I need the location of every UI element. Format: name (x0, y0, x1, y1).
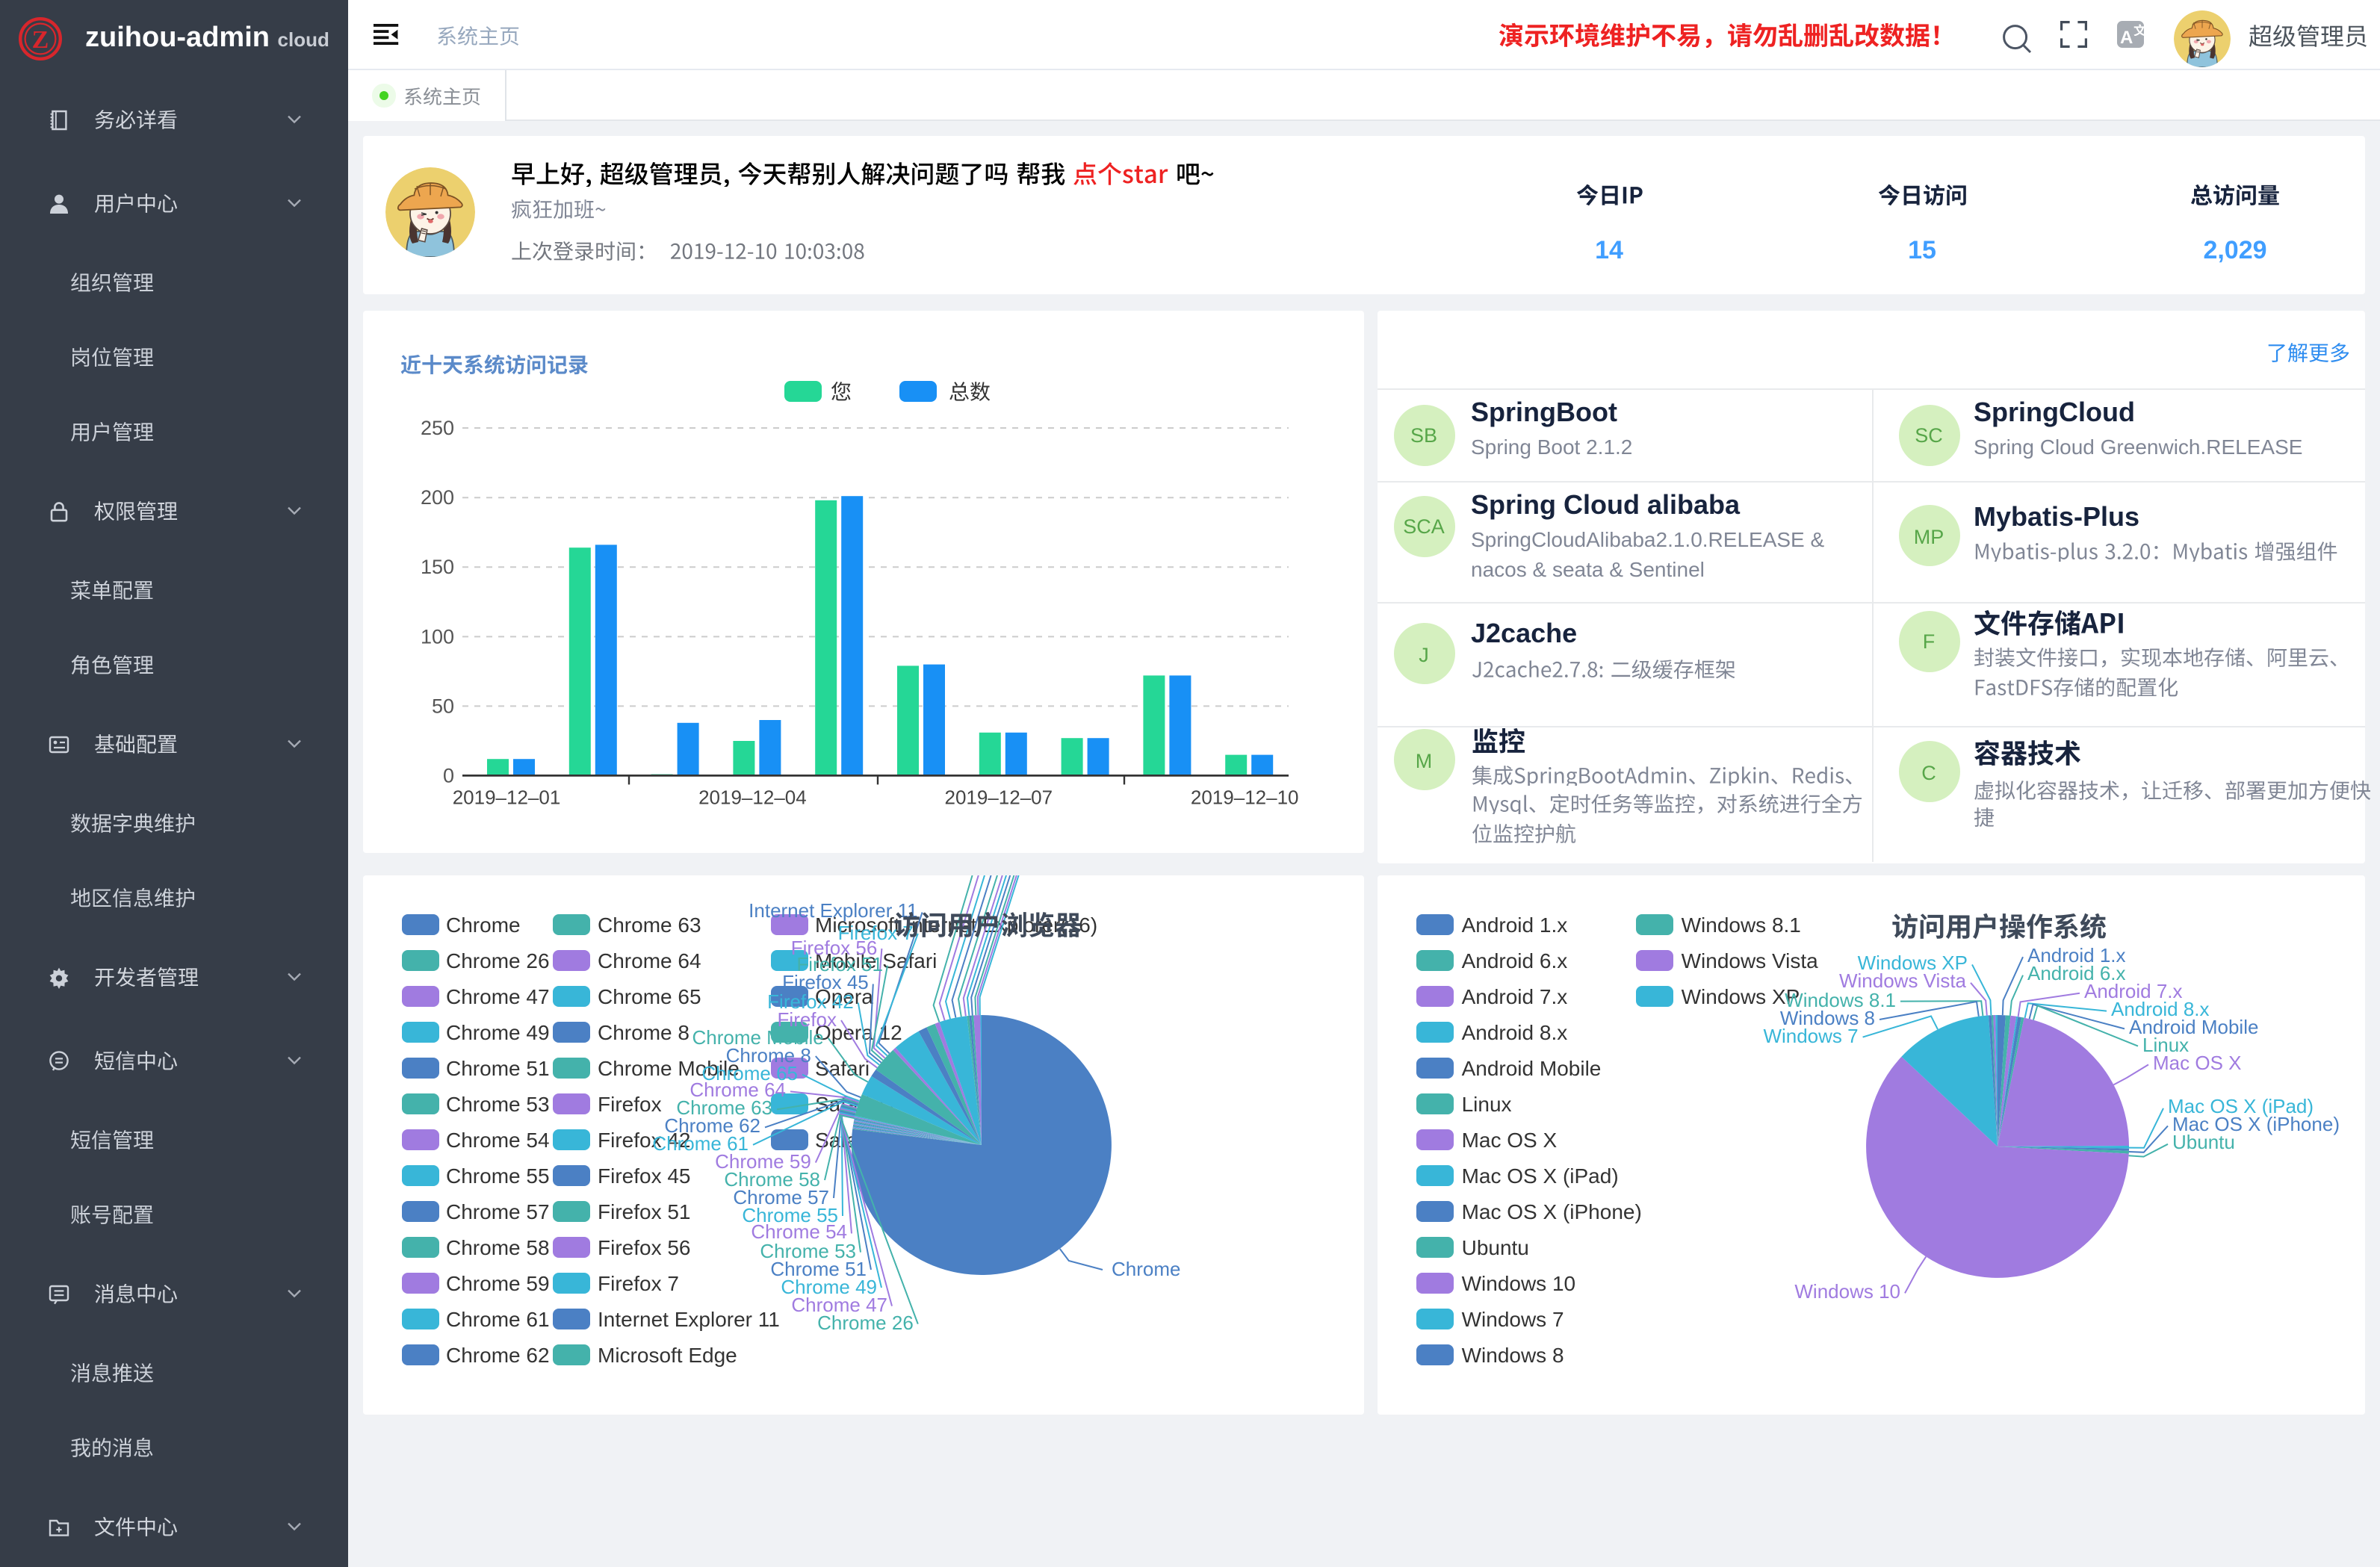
svg-text:2019–12–07: 2019–12–07 (944, 785, 1053, 807)
svg-text:100: 100 (421, 624, 454, 647)
svg-text:50: 50 (432, 694, 454, 716)
svg-text:2019–12–01: 2019–12–01 (453, 785, 561, 807)
svg-text:250: 250 (421, 416, 454, 438)
svg-text:150: 150 (421, 555, 454, 577)
svg-text:200: 200 (421, 485, 454, 508)
svg-text:2019–12–10: 2019–12–10 (1191, 785, 1299, 807)
svg-text:Z: Z (32, 26, 49, 54)
svg-text:0: 0 (443, 764, 454, 786)
svg-text:2019–12–04: 2019–12–04 (698, 785, 807, 807)
